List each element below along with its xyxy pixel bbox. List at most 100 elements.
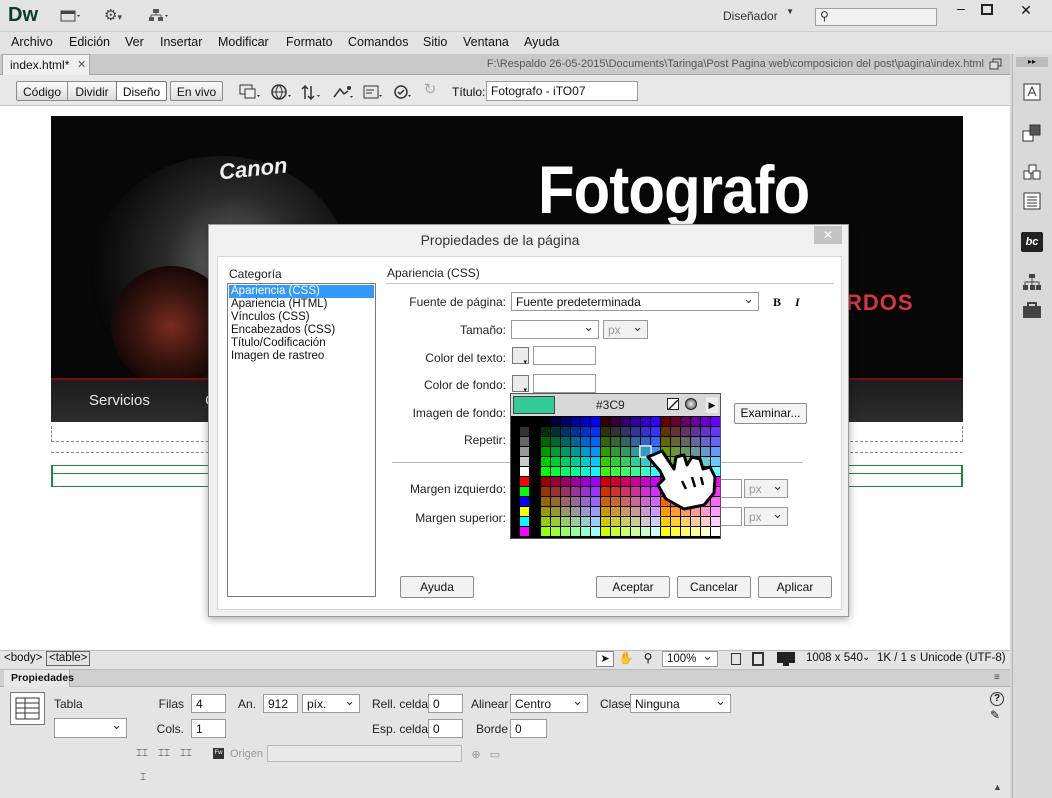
- color-swatch[interactable]: [571, 447, 580, 456]
- cols-input[interactable]: 1: [191, 719, 226, 738]
- color-swatch[interactable]: [520, 467, 529, 476]
- color-swatch[interactable]: [561, 507, 570, 516]
- color-swatch[interactable]: [621, 477, 630, 486]
- layout-icon[interactable]: [60, 9, 82, 23]
- color-swatch[interactable]: [571, 457, 580, 466]
- apply-button[interactable]: Aplicar: [758, 576, 832, 598]
- color-swatch[interactable]: [541, 417, 550, 426]
- color-swatch[interactable]: [520, 527, 529, 536]
- color-swatch[interactable]: [681, 517, 690, 526]
- color-swatch[interactable]: [641, 517, 650, 526]
- color-swatch[interactable]: [601, 497, 610, 506]
- color-swatch[interactable]: [520, 477, 529, 486]
- left-margin-input[interactable]: [719, 479, 742, 498]
- zoom-tool-icon[interactable]: ⚲: [640, 651, 656, 667]
- menu-modificar[interactable]: Modificar: [218, 35, 269, 49]
- color-swatch[interactable]: [661, 517, 670, 526]
- dialog-close-icon[interactable]: ✕: [814, 226, 842, 244]
- color-swatch[interactable]: [551, 467, 560, 476]
- color-swatch[interactable]: [591, 497, 600, 506]
- close-icon[interactable]: ✕: [1004, 0, 1048, 20]
- phone-size-icon[interactable]: [731, 653, 741, 665]
- color-swatch[interactable]: [701, 517, 710, 526]
- color-swatch[interactable]: [601, 507, 610, 516]
- search-input[interactable]: ⚲: [815, 8, 937, 26]
- color-swatch[interactable]: [691, 517, 700, 526]
- color-swatch[interactable]: [641, 417, 650, 426]
- bold-button[interactable]: B: [773, 295, 781, 310]
- color-swatch[interactable]: [691, 527, 700, 536]
- color-swatch[interactable]: [591, 437, 600, 446]
- color-swatch[interactable]: [591, 447, 600, 456]
- color-swatch[interactable]: [711, 417, 720, 426]
- color-swatch[interactable]: [561, 467, 570, 476]
- color-swatch[interactable]: [551, 507, 560, 516]
- assets-panel-icon[interactable]: [1021, 300, 1043, 320]
- color-swatch[interactable]: [520, 507, 529, 516]
- color-swatch[interactable]: [641, 527, 650, 536]
- resize-grip-icon[interactable]: ▲: [993, 782, 1002, 792]
- table-id-select[interactable]: [54, 718, 127, 738]
- color-swatch[interactable]: [631, 517, 640, 526]
- category-item-encabezados[interactable]: Encabezados (CSS): [229, 324, 335, 337]
- color-swatch[interactable]: [581, 427, 590, 436]
- color-swatch[interactable]: [621, 507, 630, 516]
- quick-tag-editor-icon[interactable]: ✎: [990, 708, 1004, 722]
- color-swatch[interactable]: [621, 527, 630, 536]
- tag-selector-table[interactable]: <table>: [46, 651, 91, 666]
- color-swatch[interactable]: [541, 477, 550, 486]
- color-swatch[interactable]: [581, 457, 590, 466]
- rows-input[interactable]: 4: [191, 694, 226, 713]
- color-swatch[interactable]: [601, 467, 610, 476]
- file-management-icon[interactable]: [300, 83, 324, 101]
- ap-elements-icon[interactable]: [1021, 162, 1043, 182]
- window-size-chevron-icon[interactable]: ⌄: [862, 652, 870, 663]
- color-swatch[interactable]: [551, 477, 560, 486]
- color-swatch[interactable]: [561, 487, 570, 496]
- color-swatch[interactable]: [591, 427, 600, 436]
- files-panel-icon[interactable]: [1021, 272, 1043, 292]
- color-swatch[interactable]: [621, 417, 630, 426]
- color-swatch[interactable]: [571, 467, 580, 476]
- view-code-button[interactable]: Código: [16, 81, 68, 101]
- restore-icon[interactable]: [989, 58, 1003, 70]
- color-swatch[interactable]: [591, 517, 600, 526]
- color-swatch[interactable]: [621, 467, 630, 476]
- color-swatch[interactable]: [661, 427, 670, 436]
- top-margin-input[interactable]: [719, 507, 742, 526]
- color-swatch[interactable]: [571, 527, 580, 536]
- color-swatch[interactable]: [601, 417, 610, 426]
- color-swatch[interactable]: [520, 417, 529, 426]
- color-swatch[interactable]: [591, 507, 600, 516]
- color-swatch[interactable]: [551, 517, 560, 526]
- menu-ventana[interactable]: Ventana: [463, 35, 509, 49]
- color-swatch[interactable]: [551, 427, 560, 436]
- color-swatch[interactable]: [601, 517, 610, 526]
- color-swatch[interactable]: [671, 427, 680, 436]
- maximize-button[interactable]: [976, 2, 998, 18]
- color-swatch[interactable]: [601, 447, 610, 456]
- color-swatch[interactable]: [520, 517, 529, 526]
- site-icon[interactable]: [148, 8, 170, 24]
- color-swatch[interactable]: [611, 527, 620, 536]
- window-size[interactable]: 1008 x 540: [806, 652, 863, 664]
- width-unit-select[interactable]: píx.: [302, 694, 360, 713]
- minimize-button[interactable]: ‒: [946, 0, 976, 20]
- hand-tool-icon[interactable]: ✋: [618, 651, 634, 667]
- color-swatch[interactable]: [520, 487, 529, 496]
- color-swatch[interactable]: [520, 457, 529, 466]
- color-swatch[interactable]: [571, 437, 580, 446]
- color-swatch[interactable]: [551, 447, 560, 456]
- color-swatch[interactable]: [681, 417, 690, 426]
- class-select[interactable]: Ninguna: [630, 694, 731, 713]
- preview-globe-icon[interactable]: [270, 83, 294, 101]
- color-swatch[interactable]: [601, 427, 610, 436]
- color-swatch[interactable]: [561, 457, 570, 466]
- color-swatch[interactable]: [621, 437, 630, 446]
- color-swatch[interactable]: [601, 457, 610, 466]
- color-swatch[interactable]: [551, 457, 560, 466]
- color-swatch[interactable]: [631, 467, 640, 476]
- color-swatch[interactable]: [611, 487, 620, 496]
- cancel-button[interactable]: Cancelar: [677, 576, 751, 598]
- color-swatch[interactable]: [551, 437, 560, 446]
